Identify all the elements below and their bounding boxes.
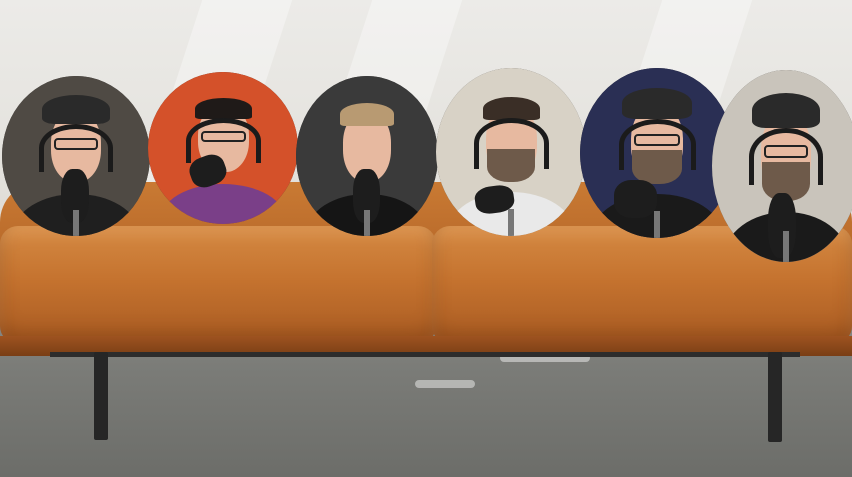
mic-stand	[364, 210, 370, 236]
participant-cap	[621, 88, 693, 119]
sofa-leg-right	[768, 352, 782, 442]
participant-hair	[340, 103, 394, 126]
headphones-icon	[473, 118, 549, 169]
participant-video-1[interactable]	[2, 76, 150, 236]
participant-video-5[interactable]	[580, 68, 734, 238]
headphones-icon	[185, 117, 261, 164]
sofa-cushion-left	[0, 226, 436, 344]
headphones-icon	[618, 119, 696, 170]
mic-stand	[783, 231, 789, 262]
sofa-frame	[50, 352, 800, 357]
participant-cap	[751, 93, 821, 128]
participant-video-6[interactable]	[712, 70, 852, 262]
mic-stand	[508, 209, 514, 236]
headphones-icon	[749, 127, 823, 186]
sofa-leg-left	[94, 352, 108, 440]
participant-video-4[interactable]	[436, 68, 586, 236]
participant-cap	[41, 95, 111, 124]
microphone-icon	[613, 180, 657, 218]
participant-video-3[interactable]	[296, 76, 438, 236]
participant-hair	[482, 96, 540, 121]
headphones-icon	[39, 124, 113, 172]
participant-hair	[194, 97, 252, 120]
mic-stand	[73, 210, 79, 236]
mic-stand	[653, 210, 661, 238]
call-stage	[0, 0, 852, 477]
participant-video-2[interactable]	[148, 72, 298, 224]
